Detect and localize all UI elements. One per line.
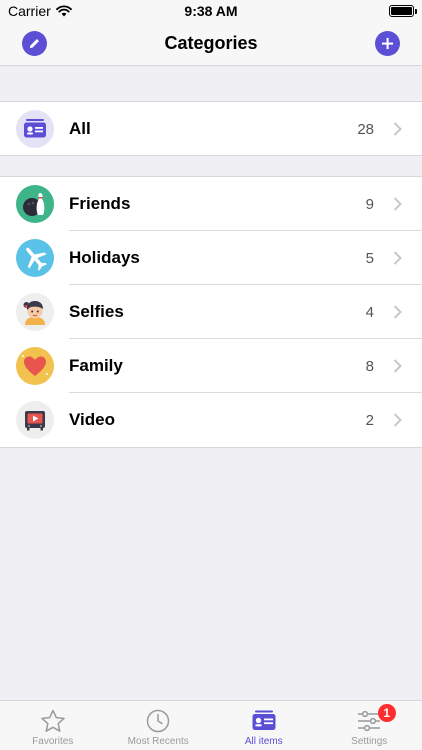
tab-label: All items (244, 736, 283, 747)
battery-icon (389, 5, 417, 17)
chevron-right-icon (393, 197, 402, 211)
id-card-icon (16, 110, 54, 148)
chevron-right-icon (393, 251, 402, 265)
status-left: Carrier (8, 3, 72, 19)
id-card-icon (252, 710, 276, 730)
bowling-icon (16, 185, 54, 223)
category-count: 28 (357, 120, 374, 138)
category-row-all[interactable]: All 28 (0, 102, 422, 156)
clock-icon (147, 709, 170, 733)
category-label: Video (69, 410, 115, 429)
notification-badge: 1 (377, 704, 396, 722)
status-bar: Carrier 9:38 AM (0, 0, 422, 22)
tab-most-recents[interactable]: Most Recents (106, 701, 212, 750)
category-row-friends[interactable]: Friends 9 (0, 177, 422, 231)
girl-face-icon (16, 293, 54, 331)
carrier-label: Carrier (8, 3, 51, 19)
chevron-right-icon (393, 305, 402, 319)
tab-bar: Favorites Most Recents All items Setting… (0, 700, 422, 750)
category-label: Friends (69, 194, 131, 213)
category-count: 4 (365, 303, 374, 321)
screen: Carrier 9:38 AM Categories All 28 Friend… (0, 0, 422, 750)
pencil-icon (29, 39, 39, 49)
chevron-right-icon (393, 122, 402, 136)
category-count: 8 (365, 357, 374, 375)
page-title: Categories (164, 33, 258, 53)
category-row-selfies[interactable]: Selfies 4 (0, 285, 422, 339)
all-group: All 28 (0, 101, 422, 156)
heart-icon (16, 347, 54, 385)
add-button[interactable] (375, 31, 400, 56)
category-row-family[interactable]: Family 8 (0, 339, 422, 393)
airplane-icon (16, 239, 54, 277)
tab-all-items[interactable]: All items (211, 701, 317, 750)
navigation-bar: Categories (0, 22, 422, 66)
wifi-icon (55, 5, 72, 17)
tab-settings[interactable]: Settings 1 (317, 701, 422, 750)
categories-group: Friends 9 Holidays 5 Selfies 4 Family 8 … (0, 176, 422, 448)
edit-button[interactable] (22, 31, 47, 56)
category-label: All (69, 119, 91, 138)
category-label: Family (69, 356, 123, 375)
category-count: 9 (365, 195, 374, 213)
category-label: Holidays (69, 248, 140, 267)
category-label: Selfies (69, 302, 124, 321)
chevron-right-icon (393, 413, 402, 427)
tab-label: Most Recents (127, 736, 189, 747)
chevron-right-icon (393, 359, 402, 373)
category-row-holidays[interactable]: Holidays 5 (0, 231, 422, 285)
tv-icon (16, 401, 54, 439)
star-icon (41, 709, 65, 732)
category-row-video[interactable]: Video 2 (0, 393, 422, 447)
tab-label: Favorites (32, 736, 74, 747)
plus-icon (381, 37, 394, 50)
tab-favorites[interactable]: Favorites (0, 701, 106, 750)
category-count: 2 (365, 411, 374, 429)
tab-label: Settings (351, 736, 388, 747)
category-count: 5 (365, 249, 374, 267)
